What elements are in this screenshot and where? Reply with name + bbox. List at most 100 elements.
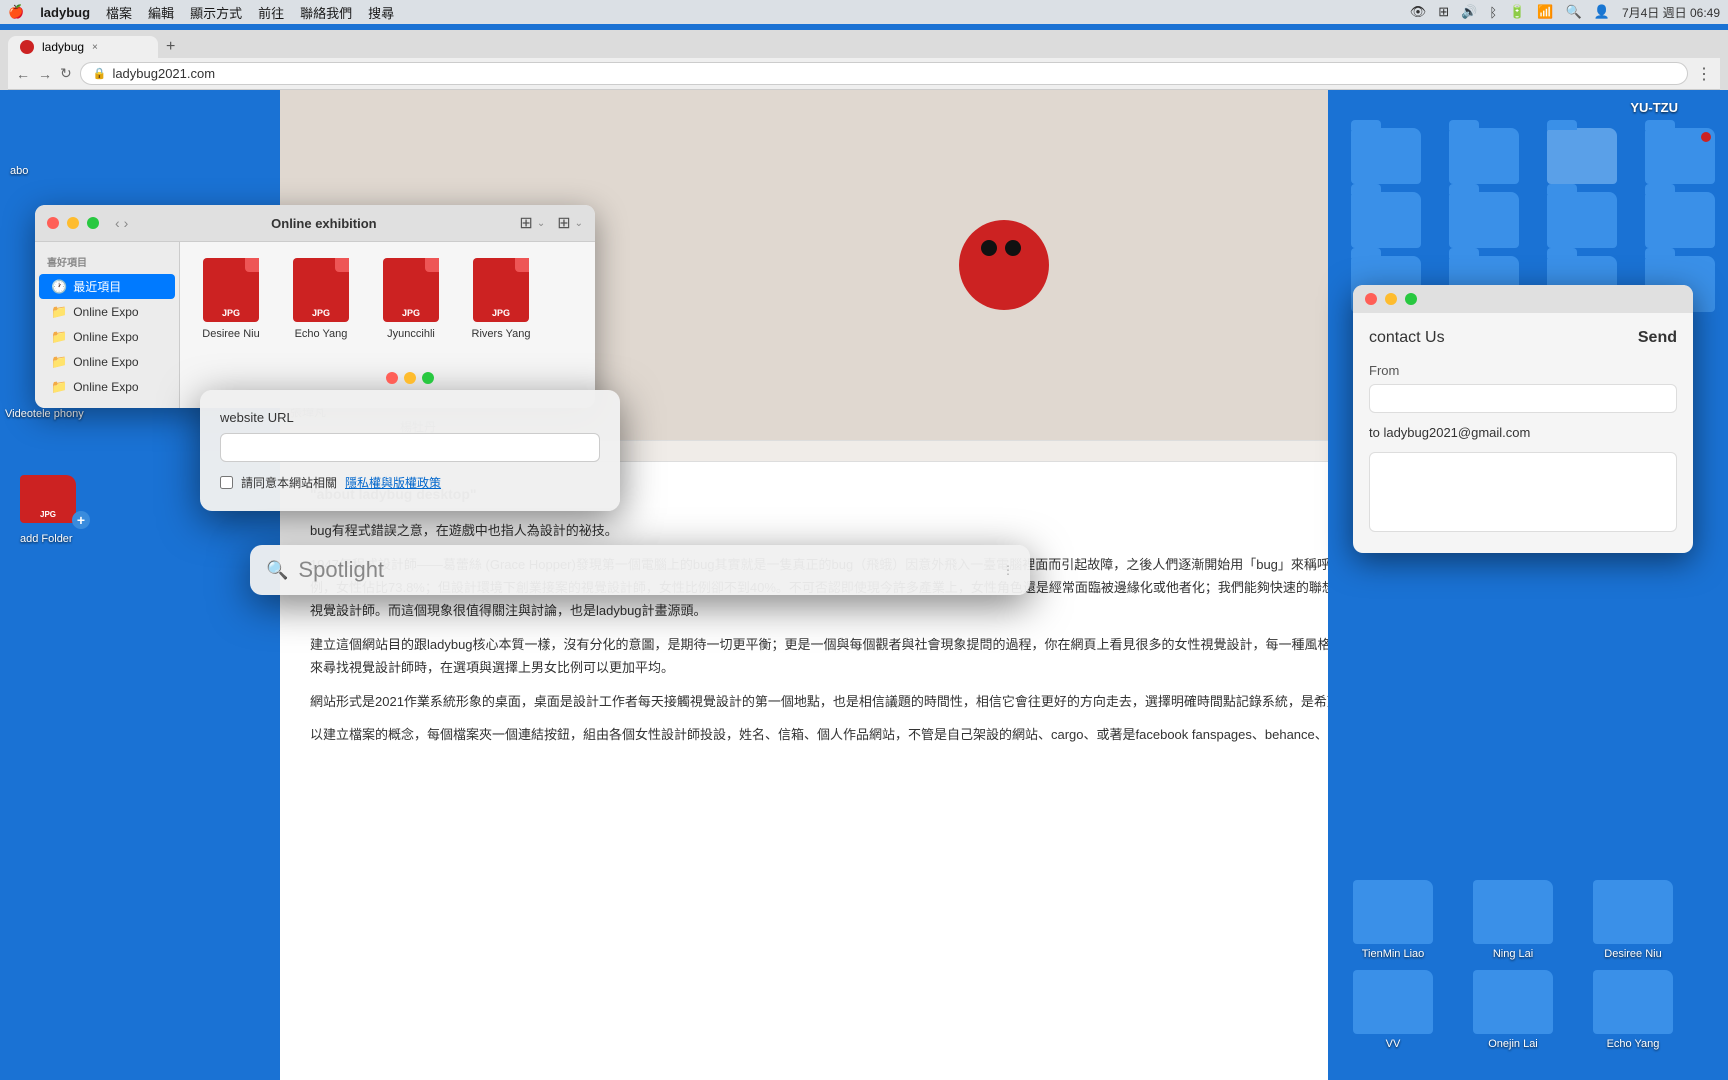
datetime-display: 7月4日 週日 06:49 <box>1622 4 1720 21</box>
sidebar-expo1-label: Online Expo <box>73 305 138 319</box>
menu-search[interactable]: 搜尋 <box>368 3 394 22</box>
mail-minimize-button[interactable] <box>1385 293 1397 305</box>
desktop-about-label: abo <box>10 165 28 177</box>
finder-file-rivers[interactable]: Rivers Yang <box>466 258 536 392</box>
file-icon-jyunccihli <box>383 258 439 322</box>
folder-vv[interactable]: VV <box>1338 970 1448 1050</box>
sidebar-recents-label: 最近項目 <box>73 278 121 295</box>
sidebar-expo4-label: Online Expo <box>73 380 138 394</box>
videotele-label: Videotele phony <box>5 408 84 420</box>
tab-close-button[interactable]: × <box>92 42 98 53</box>
folder-echo[interactable]: Echo Yang <box>1578 970 1688 1050</box>
volume-icon: 🔊 <box>1461 4 1477 20</box>
folder-item[interactable] <box>1635 192 1725 248</box>
eye-icon: 👁 <box>1410 4 1427 20</box>
sidebar-section-favorites: 喜好項目 <box>35 250 179 273</box>
finder-list-chevron[interactable]: ⌄ <box>575 218 583 229</box>
mail-expand-button[interactable] <box>1405 293 1417 305</box>
folder-item[interactable] <box>1537 128 1627 184</box>
dialog-expand-button[interactable] <box>422 372 434 384</box>
finder-file-desiree[interactable]: Desiree Niu <box>196 258 266 392</box>
finder-close-button[interactable] <box>47 217 59 229</box>
privacy-label-text: 請同意本網站相關 <box>241 474 337 491</box>
apple-menu[interactable]: 🍎 <box>8 4 24 20</box>
mail-send-button[interactable]: Send <box>1638 329 1677 347</box>
refresh-button[interactable]: ↻ <box>60 65 72 82</box>
dialog-close-button[interactable] <box>386 372 398 384</box>
back-button[interactable]: ← <box>16 66 30 82</box>
finder-file-echo[interactable]: Echo Yang <box>286 258 356 392</box>
bottom-name-folders: TienMin Liao Ning Lai Desiree Niu VV <box>1328 870 1728 1060</box>
sidebar-item-recents[interactable]: 🕐 最近項目 <box>39 274 175 299</box>
finder-view-controls: ⊞ ⌄ ⊞ ⌄ <box>519 213 583 233</box>
folder-item[interactable] <box>1341 192 1431 248</box>
menu-view[interactable]: 顯示方式 <box>190 3 242 22</box>
finder-minimize-button[interactable] <box>67 217 79 229</box>
spotlight-right-icon: ⋮ <box>1002 563 1014 577</box>
mail-message-input[interactable] <box>1369 452 1677 532</box>
finder-nav: ‹ › <box>115 215 128 231</box>
menu-edit[interactable]: 編輯 <box>148 3 174 22</box>
privacy-checkbox[interactable] <box>220 476 233 489</box>
menu-file[interactable]: 檔案 <box>106 3 132 22</box>
new-tab-button[interactable]: + <box>162 38 179 56</box>
folder-tienmin[interactable]: TienMin Liao <box>1338 880 1448 960</box>
mail-header-row: contact Us Send <box>1369 329 1677 347</box>
folder-item[interactable] <box>1537 192 1627 248</box>
mail-close-button[interactable] <box>1365 293 1377 305</box>
search-icon[interactable]: 🔍 <box>1566 4 1582 20</box>
sidebar-expo2-label: Online Expo <box>73 330 138 344</box>
add-folder-area: JPG + add Folder <box>20 475 84 545</box>
wifi-icon: 📶 <box>1537 4 1553 20</box>
mail-window: contact Us Send From to ladybug2021@gmai… <box>1353 285 1693 553</box>
battery-icon: 🔋 <box>1509 4 1525 20</box>
content-area: abo Videotele phony JPG + add Folder <box>0 90 1728 1080</box>
dialog-minimize-button[interactable] <box>404 372 416 384</box>
spotlight-input-text[interactable]: Spotlight <box>298 557 992 583</box>
folder-onejin[interactable]: Onejin Lai <box>1458 970 1568 1050</box>
finder-back-button[interactable]: ‹ <box>115 215 120 231</box>
menu-contact[interactable]: 聯絡我們 <box>300 3 352 22</box>
app-name-menu[interactable]: ladybug <box>40 5 90 20</box>
finder-forward-button[interactable]: › <box>124 215 129 231</box>
browser-window: ladybug × + ← → ↻ 🔒 ladybug2021.com ⋮ <box>0 30 1728 1080</box>
folder-desiree[interactable]: Desiree Niu <box>1578 880 1688 960</box>
folder-item[interactable] <box>1439 128 1529 184</box>
forward-button[interactable]: → <box>38 66 52 82</box>
mail-title: contact Us <box>1369 329 1445 347</box>
sidebar-item-expo-4[interactable]: 📁 Online Expo <box>39 375 175 399</box>
file-name-desiree: Desiree Niu <box>202 328 259 340</box>
finder-grid-view-button[interactable]: ⊞ <box>519 213 532 233</box>
user-icon[interactable]: 👤 <box>1594 4 1610 20</box>
file-icon-rivers <box>473 258 529 322</box>
folder-item[interactable] <box>1439 192 1529 248</box>
mail-from-input[interactable] <box>1369 384 1677 413</box>
finder-list-view-button[interactable]: ⊞ <box>557 213 570 233</box>
folder-icon-2: 📁 <box>51 329 67 345</box>
file-name-jyunccihli: Jyunccihli <box>387 328 435 340</box>
mail-from-label: From <box>1369 363 1677 378</box>
file-icon-desiree <box>203 258 259 322</box>
url-field-label: website URL <box>220 410 600 425</box>
ladybug-logo <box>959 220 1049 310</box>
active-tab[interactable]: ladybug × <box>8 36 158 58</box>
menu-go[interactable]: 前往 <box>258 3 284 22</box>
spotlight-search[interactable]: 🔍 Spotlight ⋮ <box>250 545 1030 595</box>
address-bar[interactable]: 🔒 ladybug2021.com <box>80 62 1688 85</box>
finder-maximize-button[interactable] <box>87 217 99 229</box>
sidebar-item-expo-3[interactable]: 📁 Online Expo <box>39 350 175 374</box>
privacy-link[interactable]: 隱私權與版權政策 <box>345 474 441 491</box>
folder-icon-1: 📁 <box>51 304 67 320</box>
folder-item[interactable] <box>1635 128 1725 184</box>
ssl-lock-icon: 🔒 <box>93 67 107 80</box>
folder-ning[interactable]: Ning Lai <box>1458 880 1568 960</box>
browser-menu-button[interactable]: ⋮ <box>1696 64 1712 84</box>
mail-body: contact Us Send From to ladybug2021@gmai… <box>1353 313 1693 553</box>
sidebar-item-expo-2[interactable]: 📁 Online Expo <box>39 325 175 349</box>
finder-view-chevron[interactable]: ⌄ <box>537 218 545 229</box>
url-input[interactable] <box>220 433 600 462</box>
clock-icon: 🕐 <box>51 279 67 295</box>
sidebar-item-expo-1[interactable]: 📁 Online Expo <box>39 300 175 324</box>
upload-dialog: website URL 請同意本網站相關 隱私權與版權政策 <box>200 390 620 511</box>
folder-item[interactable] <box>1341 128 1431 184</box>
